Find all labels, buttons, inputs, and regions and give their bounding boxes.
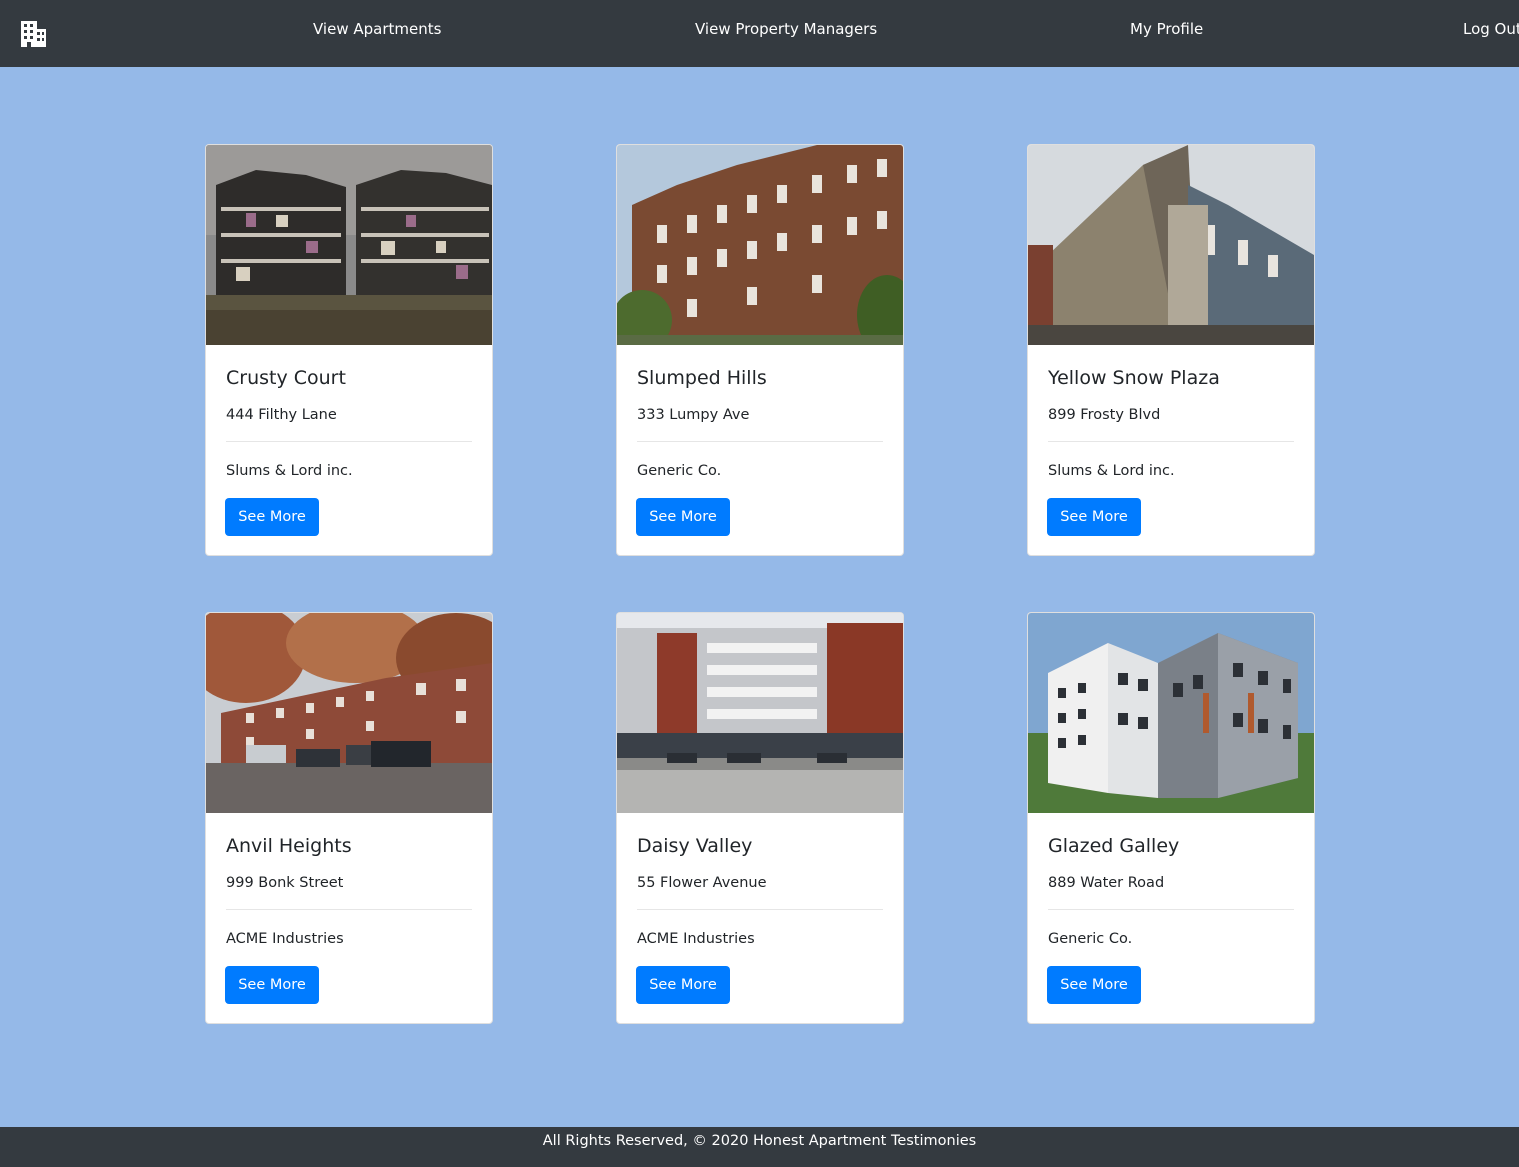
card-divider (1048, 441, 1294, 442)
property-manager: ACME Industries (226, 931, 344, 947)
apartment-card-crusty-court: Crusty Court 444 Filthy Lane Slums & Lor… (205, 144, 493, 556)
see-more-button[interactable]: See More (1047, 498, 1141, 536)
apartment-photo (1028, 613, 1314, 813)
apartment-address: 899 Frosty Blvd (1048, 407, 1161, 423)
apartment-card-yellow-snow-plaza: Yellow Snow Plaza 899 Frosty Blvd Slums … (1027, 144, 1315, 556)
see-more-button[interactable]: See More (636, 966, 730, 1004)
nav-view-apartments[interactable]: View Apartments (313, 19, 441, 39)
footer: All Rights Reserved, © 2020 Honest Apart… (0, 1127, 1519, 1167)
apartment-photo (206, 613, 492, 813)
apartment-address: 444 Filthy Lane (226, 407, 337, 423)
navbar: View Apartments View Property Managers M… (0, 0, 1519, 67)
apartment-name: Yellow Snow Plaza (1048, 367, 1220, 389)
apartment-address: 999 Bonk Street (226, 875, 344, 891)
nav-view-property-managers[interactable]: View Property Managers (695, 19, 877, 39)
apartment-card-daisy-valley: Daisy Valley 55 Flower Avenue ACME Indus… (616, 612, 904, 1024)
apartment-card-slumped-hills: Slumped Hills 333 Lumpy Ave Generic Co. … (616, 144, 904, 556)
property-manager: Generic Co. (1048, 931, 1133, 947)
apartment-name: Crusty Court (226, 367, 346, 389)
apartment-address: 55 Flower Avenue (637, 875, 767, 891)
card-divider (226, 441, 472, 442)
card-divider (226, 909, 472, 910)
apartment-photo (206, 145, 492, 345)
see-more-button[interactable]: See More (1047, 966, 1141, 1004)
apartment-name: Anvil Heights (226, 835, 352, 857)
apartment-name: Slumped Hills (637, 367, 767, 389)
apartment-photo (617, 613, 903, 813)
property-manager: ACME Industries (637, 931, 755, 947)
see-more-button[interactable]: See More (225, 966, 319, 1004)
apartment-name: Daisy Valley (637, 835, 753, 857)
property-manager: Generic Co. (637, 463, 722, 479)
footer-copyright: All Rights Reserved, © 2020 Honest Apart… (542, 1133, 977, 1149)
card-divider (637, 909, 883, 910)
property-manager: Slums & Lord inc. (226, 463, 353, 479)
apartment-card-glazed-galley: Glazed Galley 889 Water Road Generic Co.… (1027, 612, 1315, 1024)
card-divider (637, 441, 883, 442)
apartment-photo (1028, 145, 1314, 345)
apartment-photo (617, 145, 903, 345)
nav-log-out[interactable]: Log Out (1463, 19, 1519, 39)
apartment-name: Glazed Galley (1048, 835, 1180, 857)
apartment-address: 889 Water Road (1048, 875, 1165, 891)
apartment-address: 333 Lumpy Ave (637, 407, 750, 423)
apartment-card-anvil-heights: Anvil Heights 999 Bonk Street ACME Indus… (205, 612, 493, 1024)
see-more-button[interactable]: See More (225, 498, 319, 536)
building-icon[interactable] (19, 19, 48, 48)
nav-my-profile[interactable]: My Profile (1130, 19, 1203, 39)
property-manager: Slums & Lord inc. (1048, 463, 1175, 479)
card-divider (1048, 909, 1294, 910)
see-more-button[interactable]: See More (636, 498, 730, 536)
